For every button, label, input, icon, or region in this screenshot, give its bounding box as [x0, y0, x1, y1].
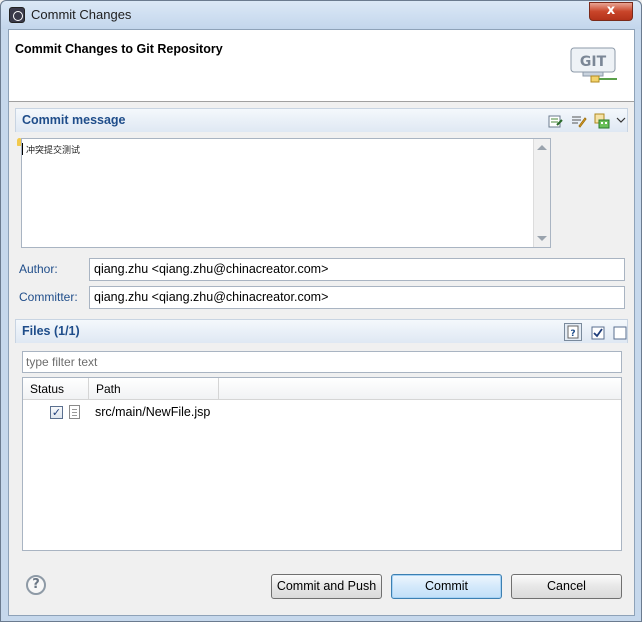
commit-message-section-header: Commit message — [15, 108, 628, 132]
page-title: Commit Changes to Git Repository — [15, 42, 223, 56]
commit-and-push-button[interactable]: Commit and Push — [271, 574, 382, 599]
committer-field[interactable]: qiang.zhu <qiang.zhu@chinacreator.com> — [89, 286, 625, 309]
files-table: Status Path ✓ src/main/NewFile.jsp — [22, 377, 622, 551]
files-title: Files (1/1) — [22, 324, 80, 338]
cancel-button[interactable]: Cancel — [511, 574, 622, 599]
select-changes-icon[interactable] — [594, 113, 610, 129]
title-bar[interactable]: Commit Changes x — [1, 1, 641, 29]
help-icon[interactable]: ? — [26, 575, 46, 595]
git-logo-icon: GIT — [570, 47, 617, 83]
file-icon — [69, 405, 80, 419]
dialog-header: Commit Changes to Git Repository GIT — [9, 30, 634, 102]
add-signed-off-icon[interactable] — [548, 113, 564, 129]
scroll-up-icon[interactable] — [537, 145, 547, 150]
files-table-header: Status Path — [23, 378, 621, 400]
committer-label: Committer: — [19, 290, 78, 304]
file-include-checkbox[interactable]: ✓ — [50, 406, 63, 419]
commit-message-scrollbar[interactable] — [533, 139, 550, 247]
scroll-down-icon[interactable] — [537, 236, 547, 241]
column-header-status[interactable]: Status — [23, 378, 89, 400]
untracked-files-icon: ? — [567, 325, 579, 339]
dialog-window: Commit Changes x Commit Changes to Git R… — [0, 0, 642, 622]
eclipse-app-icon — [9, 7, 25, 23]
close-button[interactable]: x — [589, 2, 633, 21]
author-label: Author: — [19, 262, 58, 276]
column-header-path[interactable]: Path — [89, 378, 219, 400]
dialog-client-area: Commit Changes to Git Repository GIT Com… — [8, 29, 635, 616]
amend-icon[interactable] — [571, 113, 587, 129]
untracked-glyph: ? — [570, 329, 575, 339]
author-field[interactable]: qiang.zhu <qiang.zhu@chinacreator.com> — [89, 258, 625, 281]
select-all-icon[interactable] — [590, 325, 606, 341]
commit-button[interactable]: Commit — [391, 574, 502, 599]
files-section-header: Files (1/1) ? — [15, 319, 628, 343]
deselect-all-icon[interactable] — [612, 325, 628, 341]
table-row[interactable]: ✓ src/main/NewFile.jsp — [23, 402, 621, 422]
file-filter-input[interactable]: type filter text — [22, 351, 622, 373]
chevron-down-icon[interactable] — [616, 112, 626, 128]
commit-message-title: Commit message — [22, 113, 126, 127]
file-path: src/main/NewFile.jsp — [95, 405, 211, 419]
text-caret — [22, 143, 23, 155]
window-title: Commit Changes — [31, 7, 132, 22]
show-untracked-toggle[interactable]: ? — [564, 323, 582, 341]
git-logo-text: GIT — [580, 54, 607, 70]
commit-message-input[interactable]: 冲突提交测试 — [21, 138, 551, 248]
commit-message-text: 冲突提交测试 — [26, 146, 81, 156]
